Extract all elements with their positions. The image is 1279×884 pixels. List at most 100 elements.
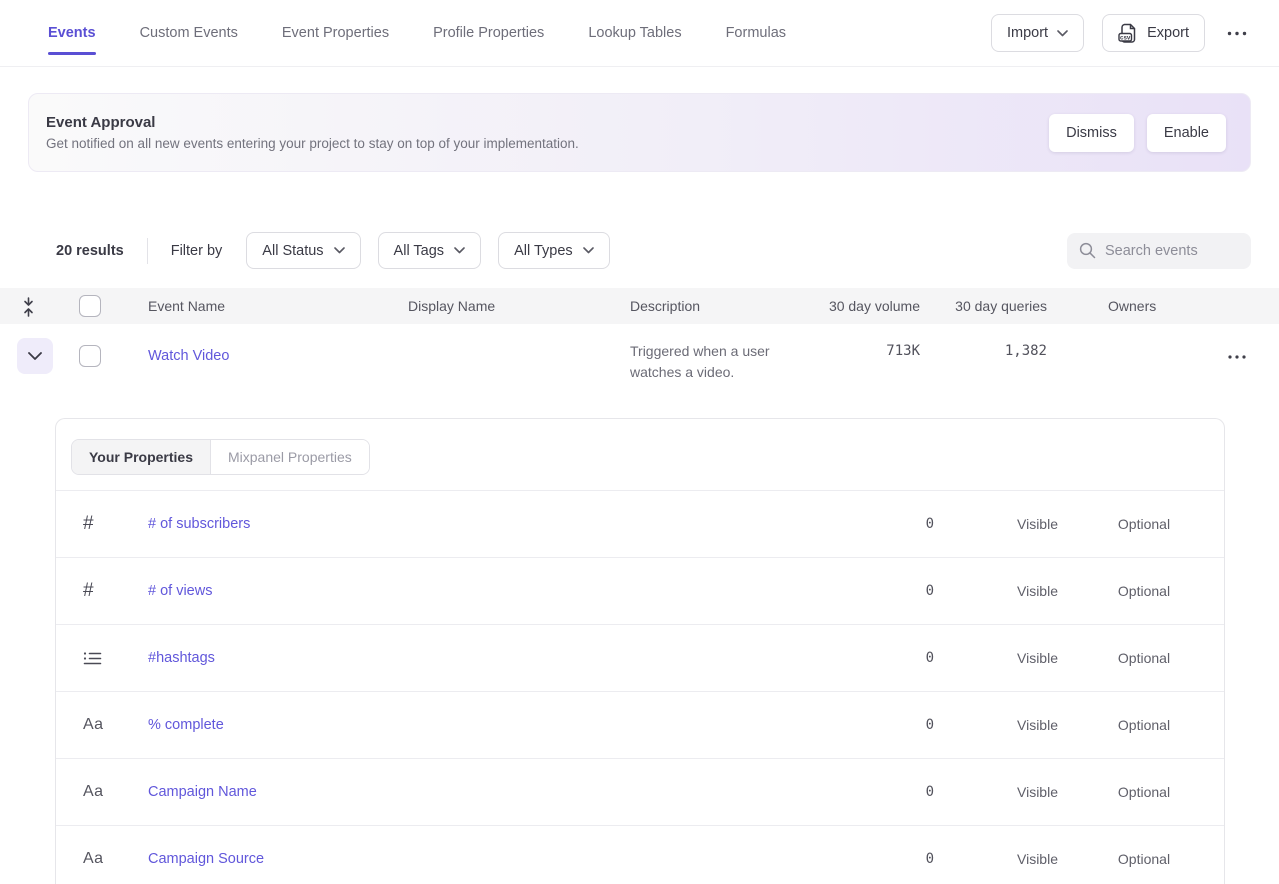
property-value: 0 <box>926 516 934 532</box>
property-row: Aa Campaign Name 0 Visible Optional <box>56 759 1224 826</box>
banner-text: Event Approval Get notified on all new e… <box>46 114 579 151</box>
property-value: 0 <box>926 650 934 666</box>
import-button-label: Import <box>1007 25 1048 41</box>
tab-event-properties[interactable]: Event Properties <box>282 1 389 65</box>
property-row: #hashtags 0 Visible Optional <box>56 625 1224 692</box>
top-navigation: Events Custom Events Event Properties Pr… <box>0 0 1279 67</box>
export-button-label: Export <box>1147 25 1189 41</box>
status-filter-dropdown[interactable]: All Status <box>246 232 360 269</box>
enable-button[interactable]: Enable <box>1147 114 1226 152</box>
header-30-day-queries[interactable]: 30 day queries <box>920 298 1047 314</box>
filter-toolbar: 20 results Filter by All Status All Tags… <box>0 232 1279 269</box>
property-value: 0 <box>926 717 934 733</box>
row-checkbox[interactable] <box>79 345 101 367</box>
property-visibility[interactable]: Visible <box>996 650 1079 666</box>
property-name-link[interactable]: Campaign Name <box>148 784 257 800</box>
property-name-link[interactable]: # of subscribers <box>148 516 250 532</box>
property-value: 0 <box>926 583 934 599</box>
property-row: # # of subscribers 0 Visible Optional <box>56 491 1224 558</box>
property-name-link[interactable]: # of views <box>148 583 212 599</box>
property-visibility[interactable]: Visible <box>996 717 1079 733</box>
number-type-icon: # <box>56 513 148 535</box>
property-row: # # of views 0 Visible Optional <box>56 558 1224 625</box>
property-requirement[interactable]: Optional <box>1079 851 1209 867</box>
properties-tab-group: Your Properties Mixpanel Properties <box>71 439 370 475</box>
nav-tabs: Events Custom Events Event Properties Pr… <box>48 1 786 65</box>
property-requirement[interactable]: Optional <box>1079 784 1209 800</box>
banner-buttons: Dismiss Enable <box>1049 114 1226 152</box>
banner-container: Event Approval Get notified on all new e… <box>0 93 1279 172</box>
banner-title: Event Approval <box>46 114 579 131</box>
text-type-icon: Aa <box>56 850 148 868</box>
property-requirement[interactable]: Optional <box>1079 717 1209 733</box>
topnav-actions: Import csv Export <box>991 14 1251 52</box>
property-name-link[interactable]: Campaign Source <box>148 851 264 867</box>
tab-lookup-tables[interactable]: Lookup Tables <box>588 1 681 65</box>
property-visibility[interactable]: Visible <box>996 851 1079 867</box>
search-events-box <box>1067 233 1251 269</box>
row-actions-cell <box>1218 338 1279 365</box>
row-checkbox-cell <box>56 338 148 367</box>
list-type-icon <box>56 651 148 666</box>
property-name-link[interactable]: #hashtags <box>148 650 215 666</box>
property-visibility[interactable]: Visible <box>996 516 1079 532</box>
tab-events[interactable]: Events <box>48 1 96 65</box>
tab-events-label: Events <box>48 25 96 41</box>
event-approval-banner: Event Approval Get notified on all new e… <box>28 93 1251 172</box>
table-row-watch-video: Watch Video Triggered when a user watche… <box>0 324 1279 399</box>
svg-text:csv: csv <box>1120 34 1131 41</box>
search-events-input[interactable] <box>1105 243 1239 259</box>
property-requirement[interactable]: Optional <box>1079 583 1209 599</box>
property-visibility[interactable]: Visible <box>996 784 1079 800</box>
active-tab-underline <box>48 52 96 55</box>
more-options-button[interactable] <box>1223 25 1251 42</box>
text-type-icon: Aa <box>56 716 148 734</box>
event-name-link[interactable]: Watch Video <box>148 338 229 364</box>
event-properties-panel: Your Properties Mixpanel Properties # # … <box>55 418 1225 884</box>
property-value: 0 <box>926 784 934 800</box>
queries-cell: 1,382 <box>920 338 1047 360</box>
types-filter-dropdown[interactable]: All Types <box>498 232 610 269</box>
tags-filter-dropdown[interactable]: All Tags <box>378 232 482 269</box>
chevron-down-icon <box>454 247 465 254</box>
dismiss-button[interactable]: Dismiss <box>1049 114 1134 152</box>
events-table-header: Event Name Display Name Description 30 d… <box>0 288 1279 324</box>
collapse-all-button[interactable] <box>0 295 56 317</box>
collapse-row-button[interactable] <box>17 338 53 374</box>
csv-file-icon: csv <box>1118 23 1138 44</box>
chevron-down-icon <box>334 247 345 254</box>
property-visibility[interactable]: Visible <box>996 583 1079 599</box>
select-all-checkbox[interactable] <box>79 295 101 317</box>
number-type-icon: # <box>56 580 148 602</box>
header-description[interactable]: Description <box>630 298 820 314</box>
export-button[interactable]: csv Export <box>1102 14 1205 52</box>
import-button[interactable]: Import <box>991 14 1084 52</box>
header-checkbox-cell <box>56 295 148 317</box>
header-30-day-volume[interactable]: 30 day volume <box>820 298 920 314</box>
results-count: 20 results <box>56 243 124 259</box>
chevron-down-icon <box>1057 30 1068 37</box>
property-name-link[interactable]: % complete <box>148 717 224 733</box>
header-display-name[interactable]: Display Name <box>408 298 630 314</box>
text-type-icon: Aa <box>56 783 148 801</box>
header-event-name[interactable]: Event Name <box>148 298 408 314</box>
tab-profile-properties[interactable]: Profile Properties <box>433 1 544 65</box>
event-name-cell: Watch Video <box>148 338 408 365</box>
property-row: Aa Campaign Source 0 Visible Optional <box>56 826 1224 884</box>
property-value: 0 <box>926 851 934 867</box>
banner-subtitle: Get notified on all new events entering … <box>46 136 579 151</box>
volume-cell: 713K <box>820 338 920 360</box>
property-requirement[interactable]: Optional <box>1079 516 1209 532</box>
tab-formulas[interactable]: Formulas <box>726 1 786 65</box>
description-text: Triggered when a user watches a video. <box>630 338 820 383</box>
row-more-options-button[interactable] <box>1224 349 1250 365</box>
vertical-divider <box>147 238 148 264</box>
search-icon <box>1079 242 1096 259</box>
tab-custom-events[interactable]: Custom Events <box>140 1 238 65</box>
chevron-down-icon <box>583 247 594 254</box>
expander-cell <box>0 338 56 374</box>
header-owners[interactable]: Owners <box>1047 298 1218 314</box>
property-requirement[interactable]: Optional <box>1079 650 1209 666</box>
tab-your-properties[interactable]: Your Properties <box>72 440 211 474</box>
tab-mixpanel-properties[interactable]: Mixpanel Properties <box>211 440 369 474</box>
